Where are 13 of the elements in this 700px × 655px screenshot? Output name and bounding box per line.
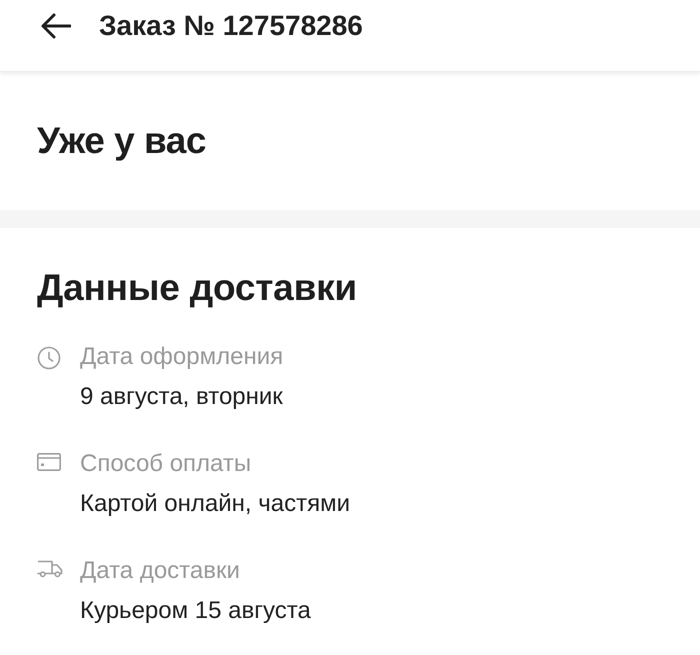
field-label: Способ оплаты — [80, 449, 252, 479]
clock-icon — [37, 346, 61, 370]
back-arrow-icon — [41, 12, 71, 38]
field-value: Курьером 15 августа — [80, 596, 311, 626]
field-value: Картой онлайн, частями — [80, 489, 350, 519]
field-label: Дата оформления — [80, 342, 284, 372]
credit-card-icon — [37, 453, 61, 471]
field-label: Дата доставки — [80, 556, 240, 586]
order-title: Заказ № 127578286 — [99, 8, 363, 42]
status-heading: Уже у вас — [37, 119, 206, 163]
field-value: 9 августа, вторник — [80, 382, 283, 412]
truck-icon — [37, 560, 63, 578]
section-heading: Данные доставки — [37, 266, 357, 310]
